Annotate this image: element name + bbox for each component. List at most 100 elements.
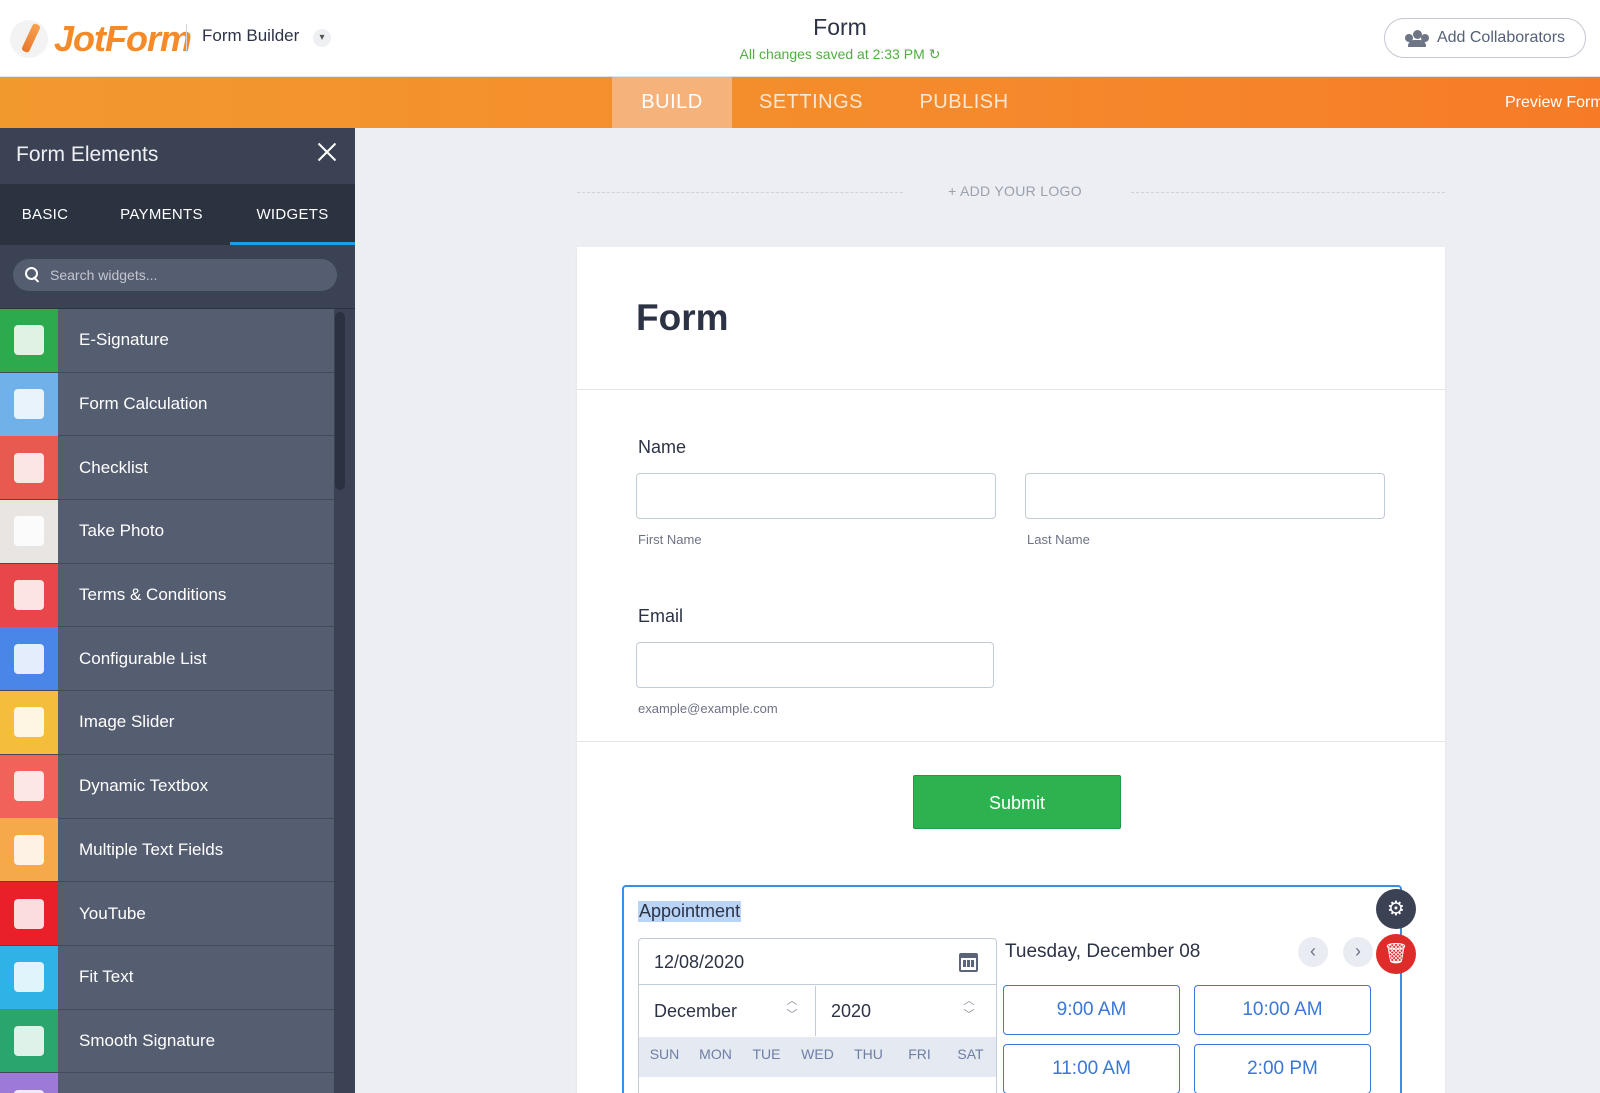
email-field[interactable] — [636, 642, 994, 688]
time-slot[interactable]: 10:00 AM — [1194, 985, 1371, 1035]
appointment-widget[interactable]: Appointment 12/08/2020 December ︿ ﹀ 2020 … — [622, 885, 1402, 1093]
tab-basic[interactable]: BASIC — [0, 184, 90, 245]
weekday-label: THU — [854, 1046, 883, 1062]
scrollbar-thumb[interactable] — [335, 312, 345, 490]
widget-item[interactable]: YouTube — [0, 882, 334, 946]
calendar-icon[interactable] — [959, 953, 978, 972]
widget-item[interactable] — [0, 1073, 334, 1093]
table-list-icon — [0, 627, 58, 691]
time-slot[interactable]: 11:00 AM — [1003, 1044, 1180, 1093]
submit-button[interactable]: Submit — [913, 775, 1121, 829]
widget-item[interactable]: Dynamic Textbox — [0, 754, 334, 819]
widget-item[interactable]: E-Signature — [0, 308, 334, 373]
widget-item[interactable]: Multiple Text Fields — [0, 818, 334, 883]
date-value: 12/08/2020 — [654, 952, 745, 972]
jotform-logo[interactable]: JotForm — [10, 18, 192, 60]
widget-label: YouTube — [79, 903, 146, 923]
tab-publish[interactable]: PUBLISH — [906, 77, 1022, 128]
tab-settings[interactable]: SETTINGS — [747, 77, 875, 128]
weekday-label: WED — [801, 1046, 834, 1062]
appointment-label[interactable]: Appointment — [638, 901, 742, 922]
preview-form-button[interactable]: Preview Form — [1505, 77, 1600, 128]
pen-signature-icon — [0, 1009, 58, 1073]
weekday-label: SAT — [957, 1046, 984, 1062]
widget-label: Multiple Text Fields — [79, 839, 224, 859]
widget-item[interactable]: Form Calculation — [0, 372, 334, 437]
search-icon — [25, 267, 41, 283]
panel-header: Form Elements — [0, 128, 355, 184]
form-title[interactable]: Form — [636, 297, 729, 339]
logo-divider-left — [577, 192, 903, 193]
month-value: December — [654, 1001, 738, 1021]
widget-label: Fit Text — [79, 967, 134, 987]
add-logo-button[interactable]: + ADD YOUR LOGO — [915, 183, 1115, 199]
widget-item[interactable]: Terms & Conditions — [0, 563, 334, 628]
widget-label: Dynamic Textbox — [79, 776, 209, 796]
widget-item[interactable]: Checklist — [0, 436, 334, 501]
widget-label: Smooth Signature — [79, 1030, 216, 1050]
panel-title: Form Elements — [16, 143, 159, 166]
widget-item[interactable]: Configurable List — [0, 627, 334, 692]
time-slot[interactable]: 9:00 AM — [1003, 985, 1180, 1035]
document-title[interactable]: Form — [700, 14, 980, 41]
calculator-icon — [0, 372, 58, 436]
top-header: JotForm Form Builder ▾ Form All changes … — [0, 0, 1600, 77]
search-input[interactable] — [50, 267, 310, 283]
date-input[interactable]: 12/08/2020 — [639, 939, 996, 985]
tab-widgets[interactable]: WIDGETS — [230, 184, 355, 245]
month-select[interactable]: December ︿ ﹀ — [639, 986, 816, 1036]
chevron-right-icon[interactable]: › — [1343, 937, 1373, 967]
gear-icon[interactable]: ⚙ — [1376, 889, 1416, 929]
last-name-field[interactable] — [1025, 473, 1385, 519]
save-status: All changes saved at 2:33 PM ↻ — [640, 46, 1040, 63]
save-status-text: All changes saved at 2:33 PM — [739, 46, 925, 62]
stepper-arrows-icon[interactable]: ︿ ﹀ — [785, 994, 799, 1022]
divider — [577, 389, 1445, 390]
form-elements-panel: Form Elements BASIC PAYMENTS WIDGETS E-S… — [0, 128, 355, 1093]
header-divider — [186, 24, 187, 52]
trash-icon[interactable]: 🗑 — [1376, 934, 1416, 974]
name-label: Name — [638, 437, 687, 457]
document-check-icon — [0, 563, 58, 627]
add-collaborators-button[interactable]: Add Collaborators — [1384, 18, 1586, 58]
stepper-arrows-icon[interactable]: ︿ ﹀ — [962, 994, 976, 1022]
app-mode-label[interactable]: Form Builder — [202, 26, 299, 46]
widget-item[interactable]: Take Photo — [0, 499, 334, 564]
weekday-label: TUE — [752, 1046, 781, 1062]
widget-label: Checklist — [79, 457, 148, 477]
tab-payments[interactable]: PAYMENTS — [95, 184, 228, 245]
logo-text: JotForm — [54, 18, 192, 59]
year-select[interactable]: 2020 ︿ ﹀ — [816, 986, 996, 1036]
widget-item[interactable]: Smooth Signature — [0, 1009, 334, 1074]
widget-label: Terms & Conditions — [79, 585, 227, 605]
add-collaborators-label: Add Collaborators — [1436, 29, 1566, 46]
time-slot[interactable]: 2:00 PM — [1194, 1044, 1371, 1093]
widget-label: E-Signature — [79, 330, 169, 350]
search-box — [13, 259, 337, 291]
chevron-left-icon[interactable]: ‹ — [1298, 937, 1328, 967]
weekday-header: SUN MON TUE WED THU FRI SAT — [639, 1037, 996, 1077]
tab-build[interactable]: BUILD — [612, 77, 732, 128]
widget-label: Image Slider — [79, 712, 175, 732]
divider — [577, 741, 1445, 742]
last-name-sublabel: Last Name — [1027, 532, 1090, 547]
widget-list: E-Signature Form Calculation Checklist Take… — [0, 308, 334, 1093]
weekday-label: MON — [699, 1046, 732, 1062]
form-card: Form Name First Name Last Name Email exa… — [577, 247, 1445, 1093]
widget-label: Form Calculation — [79, 394, 208, 414]
first-name-field[interactable] — [636, 473, 996, 519]
weekday-label: SUN — [649, 1046, 680, 1062]
email-sublabel: example@example.com — [638, 701, 778, 716]
chevron-down-icon[interactable]: ▾ — [313, 29, 331, 47]
builder-nav: BUILD SETTINGS PUBLISH Preview Form — [0, 77, 1600, 128]
widget-item[interactable]: Image Slider — [0, 690, 334, 755]
widget-item[interactable]: Fit Text — [0, 945, 334, 1010]
widget-label: Configurable List — [79, 648, 207, 668]
email-label: Email — [638, 606, 684, 626]
widget-label: Take Photo — [79, 521, 165, 541]
youtube-icon — [0, 882, 58, 946]
scrollbar[interactable] — [334, 309, 355, 1093]
refresh-icon[interactable]: ↻ — [929, 46, 941, 63]
weekday-label: FRI — [908, 1046, 931, 1062]
close-icon[interactable] — [312, 138, 342, 168]
